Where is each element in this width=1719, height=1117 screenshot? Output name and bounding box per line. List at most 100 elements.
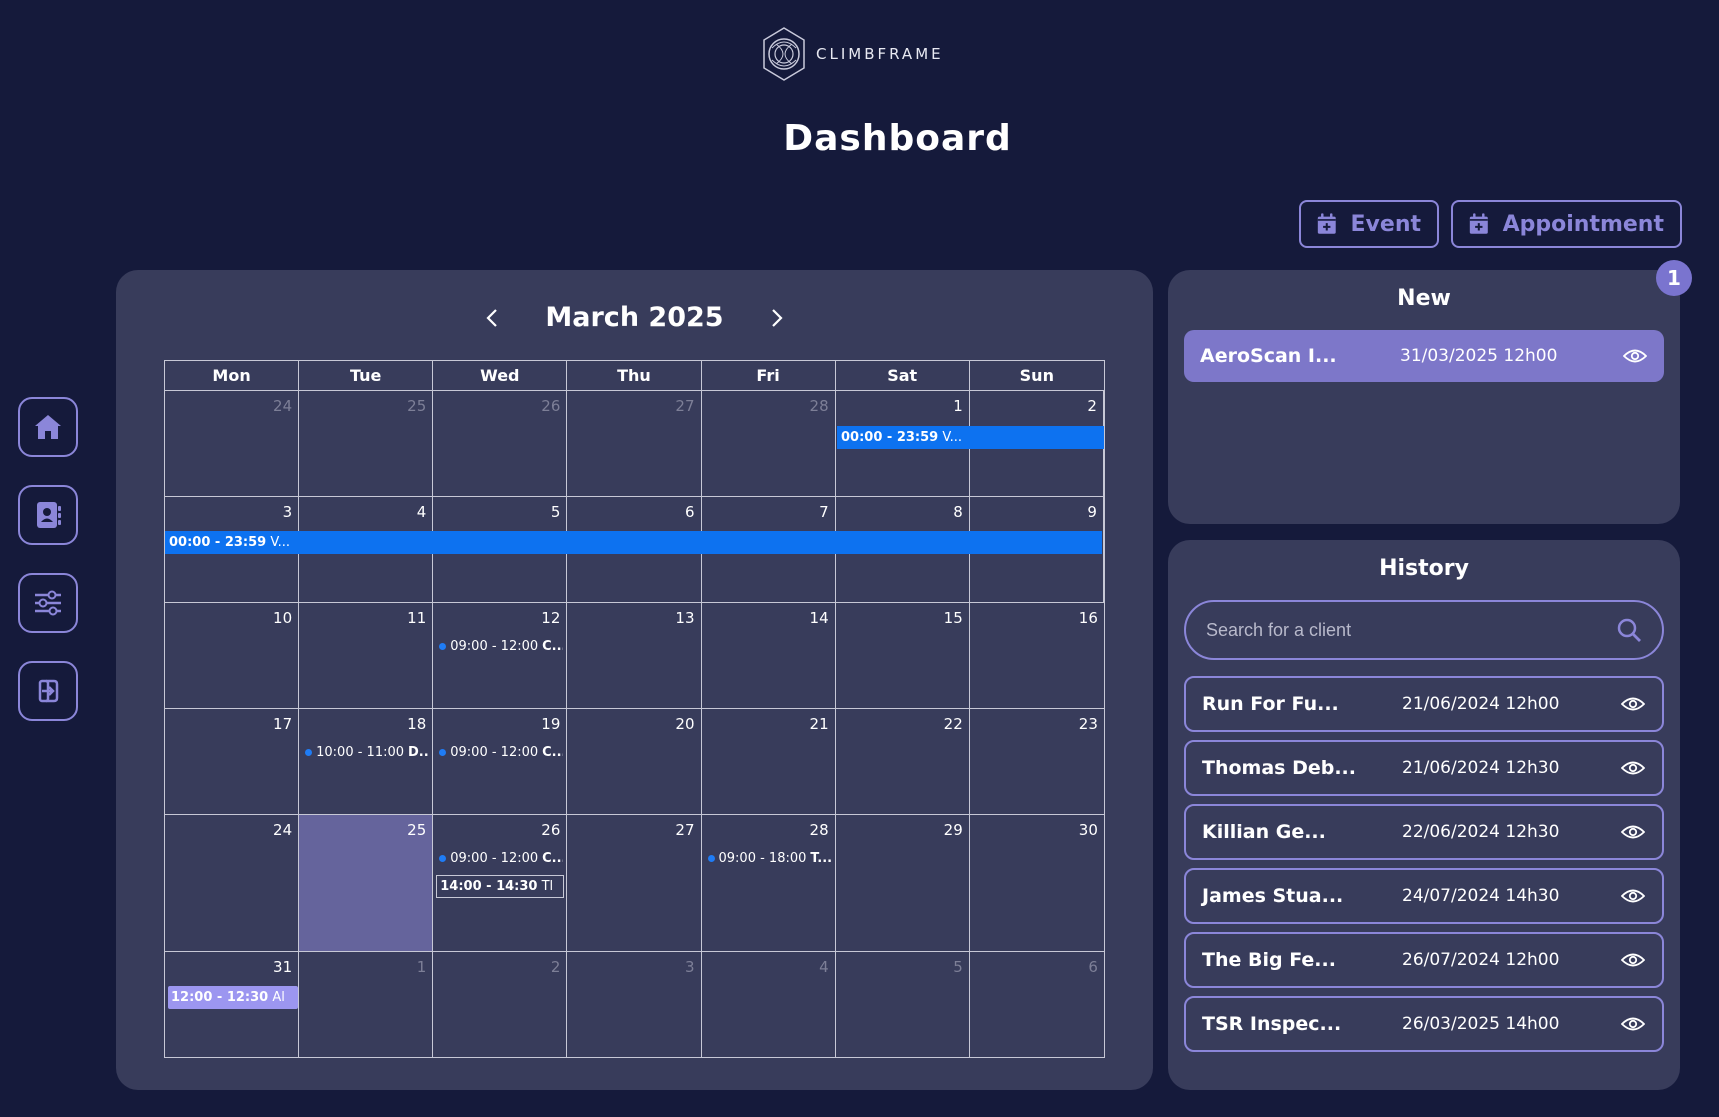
calendar-event[interactable]: 09:00 - 12:00 C... [439, 851, 563, 866]
view-button[interactable] [1620, 819, 1646, 845]
day-number: 5 [550, 503, 561, 521]
calendar-day[interactable]: 28 09:00 - 18:00 T... [702, 815, 836, 951]
sidebar-contacts-button[interactable] [18, 485, 78, 545]
calendar-week: 17 18 10:00 - 11:00 D... 19 09:00 - 12:0… [165, 709, 1104, 815]
day-number: 21 [809, 715, 829, 733]
calendar-day[interactable]: 6 [970, 952, 1104, 1057]
event-title: T... [810, 851, 832, 866]
calendar-day[interactable]: 3 [567, 952, 702, 1057]
day-number: 7 [819, 503, 829, 521]
add-appointment-label: Appointment [1502, 211, 1664, 237]
day-number: 11 [407, 609, 427, 627]
sidebar-logout-button[interactable] [18, 661, 78, 721]
day-number: 27 [675, 821, 695, 839]
day-number: 5 [953, 958, 963, 976]
history-panel-title: History [1379, 556, 1469, 581]
calendar-day[interactable]: 18 10:00 - 11:00 D... [299, 709, 434, 814]
view-button[interactable] [1620, 883, 1646, 909]
event-time: 09:00 - 12:00 [450, 851, 539, 866]
calendar-day[interactable]: 31 12:00 - 12:30 Al [165, 952, 300, 1057]
add-event-label: Event [1350, 211, 1421, 237]
calendar-day[interactable]: 15 [836, 603, 970, 708]
history-item[interactable]: James Stua... 24/07/2024 14h30 [1184, 868, 1664, 924]
weekday-label: Fri [702, 361, 836, 390]
weekday-label: Wed [433, 361, 568, 390]
calendar-day[interactable]: 25 [299, 391, 434, 496]
calendar-day[interactable]: 1 [299, 952, 434, 1057]
sidebar-settings-button[interactable] [18, 573, 78, 633]
calendar-day[interactable]: 2 [433, 952, 568, 1057]
calendar-day[interactable]: 13 [567, 603, 702, 708]
eye-icon [1621, 761, 1645, 775]
view-button[interactable] [1622, 343, 1648, 369]
new-count-badge: 1 [1656, 260, 1692, 296]
calendar-day[interactable]: 5 [836, 952, 970, 1057]
calendar-day[interactable]: 17 [165, 709, 300, 814]
day-number: 29 [943, 821, 963, 839]
history-item[interactable]: TSR Inspec... 26/03/2025 14h00 [1184, 996, 1664, 1052]
calendar-day[interactable]: 4 [702, 952, 836, 1057]
calendar-day[interactable]: 27 [567, 391, 702, 496]
view-button[interactable] [1620, 691, 1646, 717]
calendar-event[interactable]: 00:00 - 23:59 V... [165, 531, 1102, 554]
chevron-left-icon [486, 308, 498, 327]
day-number: 15 [943, 609, 963, 627]
calendar-event[interactable]: 00:00 - 23:59 V... [837, 426, 1104, 449]
calendar-week: 24 25 26 27 28 1 2 00:00 - 23:59 V... [165, 391, 1104, 497]
calendar-day[interactable]: 11 [299, 603, 434, 708]
calendar-day[interactable]: 21 [702, 709, 836, 814]
day-number: 17 [273, 715, 293, 733]
calendar-day[interactable]: 26 09:00 - 12:00 C... 14:00 - 14:30 Tl [433, 815, 568, 951]
eye-icon [1621, 697, 1645, 711]
add-event-button[interactable]: Event [1299, 200, 1439, 248]
history-item[interactable]: Thomas Deb... 21/06/2024 12h30 [1184, 740, 1664, 796]
day-number: 6 [1088, 958, 1098, 976]
view-button[interactable] [1620, 1011, 1646, 1037]
calendar-day[interactable]: 22 [836, 709, 970, 814]
calendar-day[interactable]: 24 [165, 391, 300, 496]
calendar-day[interactable]: 12 09:00 - 12:00 C... [433, 603, 568, 708]
item-date: 21/06/2024 12h00 [1402, 694, 1560, 714]
history-panel: History Run For Fu... 21/06/2024 12h00 T… [1168, 540, 1680, 1090]
calendar-day[interactable]: 23 [970, 709, 1104, 814]
calendar-day[interactable]: 24 [165, 815, 300, 951]
day-number: 27 [675, 397, 695, 415]
history-item[interactable]: Run For Fu... 21/06/2024 12h00 [1184, 676, 1664, 732]
calendar-day[interactable]: 29 [836, 815, 970, 951]
weekday-label: Tue [299, 361, 434, 390]
search-icon[interactable] [1616, 617, 1642, 643]
search-input[interactable] [1206, 619, 1616, 641]
next-month-button[interactable] [762, 303, 792, 333]
page-title: Dashboard [783, 118, 1012, 159]
day-number: 26 [541, 821, 561, 839]
history-item[interactable]: Killian Ge... 22/06/2024 12h30 [1184, 804, 1664, 860]
day-number: 9 [1087, 503, 1097, 521]
calendar-event[interactable]: 12:00 - 12:30 Al [168, 986, 298, 1009]
calendar-event[interactable]: 14:00 - 14:30 Tl [436, 875, 565, 898]
calendar-day[interactable]: 14 [702, 603, 836, 708]
eye-icon [1621, 825, 1645, 839]
view-button[interactable] [1620, 947, 1646, 973]
add-appointment-button[interactable]: Appointment [1451, 200, 1682, 248]
history-item[interactable]: The Big Fe... 26/07/2024 12h00 [1184, 932, 1664, 988]
calendar-event[interactable]: 09:00 - 12:00 C... [439, 745, 563, 760]
calendar-week: 10 11 12 09:00 - 12:00 C... 13 14 15 16 [165, 603, 1104, 709]
item-date: 22/06/2024 12h30 [1402, 822, 1560, 842]
calendar-day-today[interactable]: 25 [299, 815, 434, 951]
calendar-day[interactable]: 20 [567, 709, 702, 814]
calendar-day[interactable]: 26 [433, 391, 568, 496]
calendar-event[interactable]: 09:00 - 18:00 T... [707, 851, 832, 866]
calendar-day[interactable]: 19 09:00 - 12:00 C... [433, 709, 568, 814]
new-request-item[interactable]: AeroScan I... 31/03/2025 12h00 [1184, 330, 1664, 382]
calendar-day[interactable]: 30 [970, 815, 1104, 951]
calendar-day[interactable]: 27 [567, 815, 702, 951]
prev-month-button[interactable] [477, 303, 507, 333]
day-number: 1 [953, 397, 963, 415]
calendar-day[interactable]: 10 [165, 603, 300, 708]
view-button[interactable] [1620, 755, 1646, 781]
calendar-event[interactable]: 09:00 - 12:00 C... [439, 639, 563, 654]
calendar-day[interactable]: 16 [970, 603, 1104, 708]
calendar-event[interactable]: 10:00 - 11:00 D... [305, 745, 429, 760]
calendar-day[interactable]: 28 [702, 391, 836, 496]
sidebar-home-button[interactable] [18, 397, 78, 457]
